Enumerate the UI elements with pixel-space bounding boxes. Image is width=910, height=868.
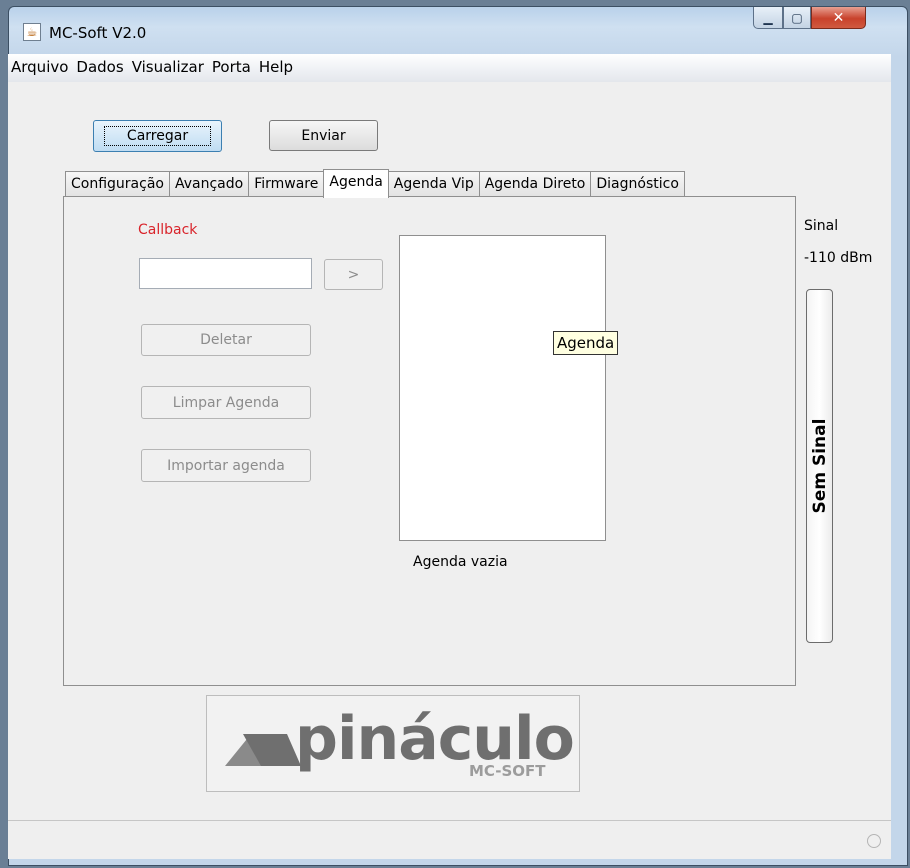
tab-firmware[interactable]: Firmware xyxy=(248,171,325,198)
delete-button-label: Deletar xyxy=(200,332,252,348)
maximize-button[interactable]: ▢ xyxy=(783,7,811,29)
minimize-button[interactable]: ▁ xyxy=(753,7,783,29)
minimize-icon: ▁ xyxy=(763,10,773,25)
menu-bar: Arquivo Dados Visualizar Porta Help xyxy=(8,54,891,83)
clear-agenda-button[interactable]: Limpar Agenda xyxy=(141,386,311,419)
load-button[interactable]: Carregar xyxy=(93,120,222,152)
agenda-list[interactable] xyxy=(399,235,606,541)
title-bar[interactable]: ☕ MC-Soft V2.0 ▁ ▢ ✕ xyxy=(9,7,907,55)
load-button-label: Carregar xyxy=(103,126,212,146)
tab-strip: Configuração Avançado Firmware Agenda Ag… xyxy=(65,169,685,198)
agenda-status-text: Agenda vazia xyxy=(413,554,508,570)
status-bar-divider xyxy=(8,820,891,821)
add-callback-button[interactable]: > xyxy=(324,259,383,290)
tab-agenda[interactable]: Agenda xyxy=(323,169,389,198)
maximize-icon: ▢ xyxy=(791,10,803,25)
clear-agenda-label: Limpar Agenda xyxy=(172,394,280,411)
pinaculo-logo-icon xyxy=(225,734,301,766)
logo-subtitle: MC-SOFT xyxy=(469,762,546,780)
signal-dbm: -110 dBm xyxy=(804,250,873,266)
callback-input[interactable] xyxy=(139,258,312,289)
tab-agenda-vip[interactable]: Agenda Vip xyxy=(387,171,480,198)
callback-label: Callback xyxy=(138,222,198,238)
tab-diagnostico[interactable]: Diagnóstico xyxy=(590,171,685,198)
signal-meter: Sem Sinal xyxy=(806,289,833,643)
menu-arquivo[interactable]: Arquivo xyxy=(8,54,72,76)
tab-agenda-direto[interactable]: Agenda Direto xyxy=(478,171,592,198)
status-circle-icon xyxy=(867,834,881,848)
client-area: Carregar Enviar Configuração Avançado Fi… xyxy=(8,82,891,859)
menu-help[interactable]: Help xyxy=(255,54,297,76)
close-icon: ✕ xyxy=(832,9,845,26)
agenda-tooltip: Agenda xyxy=(553,331,619,355)
import-agenda-label: Importar agenda xyxy=(167,457,285,474)
import-agenda-button[interactable]: Importar agenda xyxy=(141,449,311,482)
signal-status: Sem Sinal xyxy=(809,418,830,514)
menu-dados[interactable]: Dados xyxy=(72,54,127,76)
add-callback-label: > xyxy=(347,266,360,283)
window-title: MC-Soft V2.0 xyxy=(49,24,147,42)
menu-visualizar[interactable]: Visualizar xyxy=(128,54,208,76)
send-button-label: Enviar xyxy=(301,127,346,144)
close-button[interactable]: ✕ xyxy=(811,7,866,29)
signal-label: Sinal xyxy=(804,218,839,234)
delete-button[interactable]: Deletar xyxy=(141,324,311,356)
send-button[interactable]: Enviar xyxy=(269,120,378,151)
tab-avancado[interactable]: Avançado xyxy=(168,171,250,198)
menu-porta[interactable]: Porta xyxy=(208,54,255,76)
tab-configuracao[interactable]: Configuração xyxy=(65,171,170,198)
java-icon[interactable]: ☕ xyxy=(23,23,41,41)
logo-box: pináculo MC-SOFT xyxy=(206,695,580,792)
